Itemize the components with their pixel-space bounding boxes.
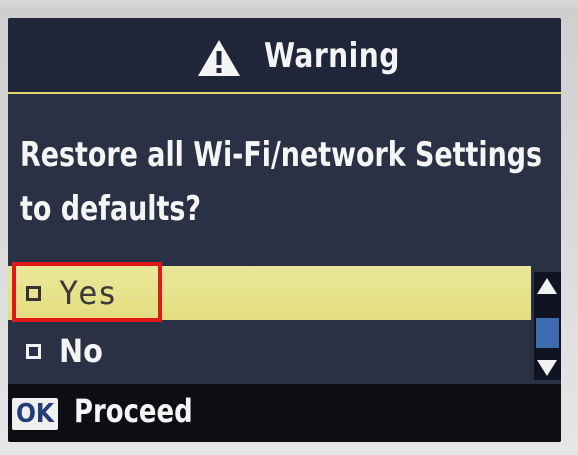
scroll-thumb[interactable] (536, 318, 559, 348)
printer-lcd-screen: Warning Restore all Wi-Fi/network Settin… (8, 18, 561, 442)
message-line-2: to defaults? (20, 189, 202, 229)
warning-icon (198, 40, 240, 76)
arrow-down-icon[interactable] (537, 360, 557, 376)
proceed-label: Proceed (74, 392, 193, 430)
message-line-1: Restore all Wi-Fi/network Settings (20, 135, 543, 175)
ok-button-icon[interactable]: OK (12, 398, 59, 430)
footer-bar: OK Proceed (8, 384, 561, 442)
selection-highlight-box (12, 262, 162, 322)
scrollbar[interactable] (534, 272, 561, 380)
option-no-label: No (59, 332, 103, 370)
bullet-icon (26, 343, 41, 359)
option-no[interactable]: No (8, 324, 531, 378)
dialog-message: Restore all Wi-Fi/network Settings to de… (20, 128, 543, 236)
dialog-title: Warning (264, 36, 400, 76)
arrow-up-icon[interactable] (537, 278, 557, 294)
dialog-title-bar: Warning (8, 18, 561, 94)
